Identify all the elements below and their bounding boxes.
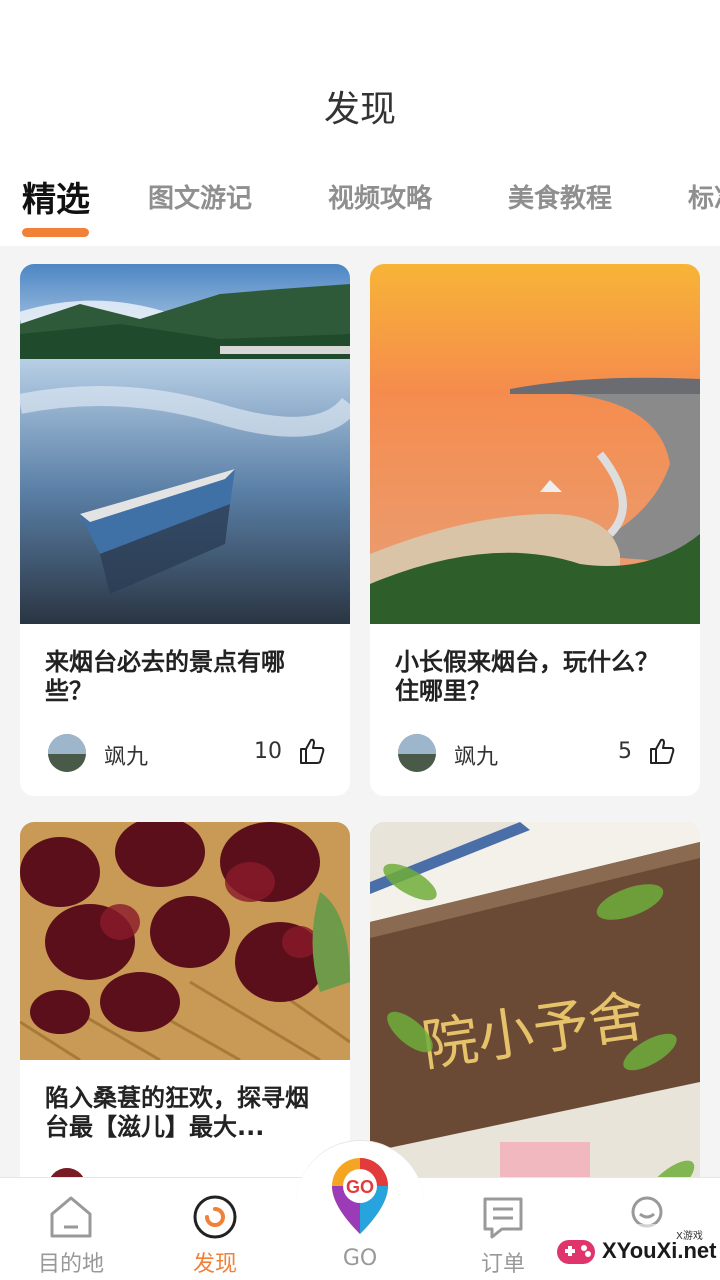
order-icon <box>483 1197 523 1239</box>
card-title: 来烟台必去的景点有哪些？ <box>45 648 285 705</box>
card-title: 陷入桑葚的狂欢，探寻烟台最【滋儿】最大... <box>45 1084 309 1141</box>
watermark: XYouXi.net X游戏 <box>548 1224 720 1280</box>
nav-label: 订单 <box>480 1252 525 1277</box>
page-title: 发现 <box>323 89 396 130</box>
like-count: 5 <box>618 739 632 764</box>
gamepad-icon <box>557 1240 595 1264</box>
go-pin-icon: GO <box>332 1158 388 1234</box>
tab-featured[interactable]: 精选 <box>22 172 90 221</box>
tab-food-tutorial[interactable]: 美食教程 <box>508 178 612 215</box>
thumbs-up-icon[interactable] <box>298 736 326 766</box>
thumbs-up-icon[interactable] <box>648 736 676 766</box>
sunset-coast-photo <box>370 264 700 624</box>
article-card[interactable]: 陷入桑葚的狂欢，探寻烟台最【滋儿】最大... <box>20 822 350 1222</box>
tab-photo-travelogue[interactable]: 图文游记 <box>148 178 252 215</box>
author-name[interactable]: 飒九 <box>454 739 498 771</box>
article-card[interactable]: 小长假来烟台，玩什么？住哪里？ 飒九 5 <box>370 264 700 796</box>
card-meta: 飒九 10 <box>48 734 326 774</box>
nav-label: GO <box>342 1246 378 1271</box>
watermark-small-text: X游戏 <box>676 1231 703 1242</box>
article-card[interactable]: 来烟台必去的景点有哪些？ 飒九 10 <box>20 264 350 796</box>
nav-discover[interactable]: 发现 <box>160 1178 270 1280</box>
active-tab-indicator <box>22 228 89 237</box>
article-card[interactable]: 院小予舍 <box>370 822 700 1222</box>
header-area: 发现 精选 图文游记 视频攻略 美食教程 标准 <box>0 0 720 246</box>
nav-label: 发现 <box>192 1252 237 1277</box>
nav-go[interactable]: GO GO <box>310 1150 410 1278</box>
svg-text:GO: GO <box>346 1177 374 1197</box>
like-count: 10 <box>254 739 282 764</box>
lake-boat-photo <box>20 264 350 624</box>
nav-label: 目的地 <box>37 1252 104 1277</box>
author-name[interactable]: 飒九 <box>104 739 148 771</box>
courtyard-sign-photo: 院小予舍 <box>370 822 700 1222</box>
home-icon <box>50 1196 92 1238</box>
tab-more[interactable]: 标准 <box>688 178 720 215</box>
nav-orders[interactable]: 订单 <box>448 1178 558 1280</box>
card-meta: 飒九 5 <box>398 734 676 774</box>
card-title: 小长假来烟台，玩什么？住哪里？ <box>395 648 659 705</box>
discover-icon <box>193 1195 237 1239</box>
avatar[interactable] <box>398 734 436 772</box>
mulberries-photo <box>20 822 350 1060</box>
avatar[interactable] <box>48 734 86 772</box>
nav-destination[interactable]: 目的地 <box>16 1178 126 1280</box>
category-tabs: 精选 图文游记 视频攻略 美食教程 标准 <box>0 170 720 240</box>
tab-video-guide[interactable]: 视频攻略 <box>328 178 432 215</box>
